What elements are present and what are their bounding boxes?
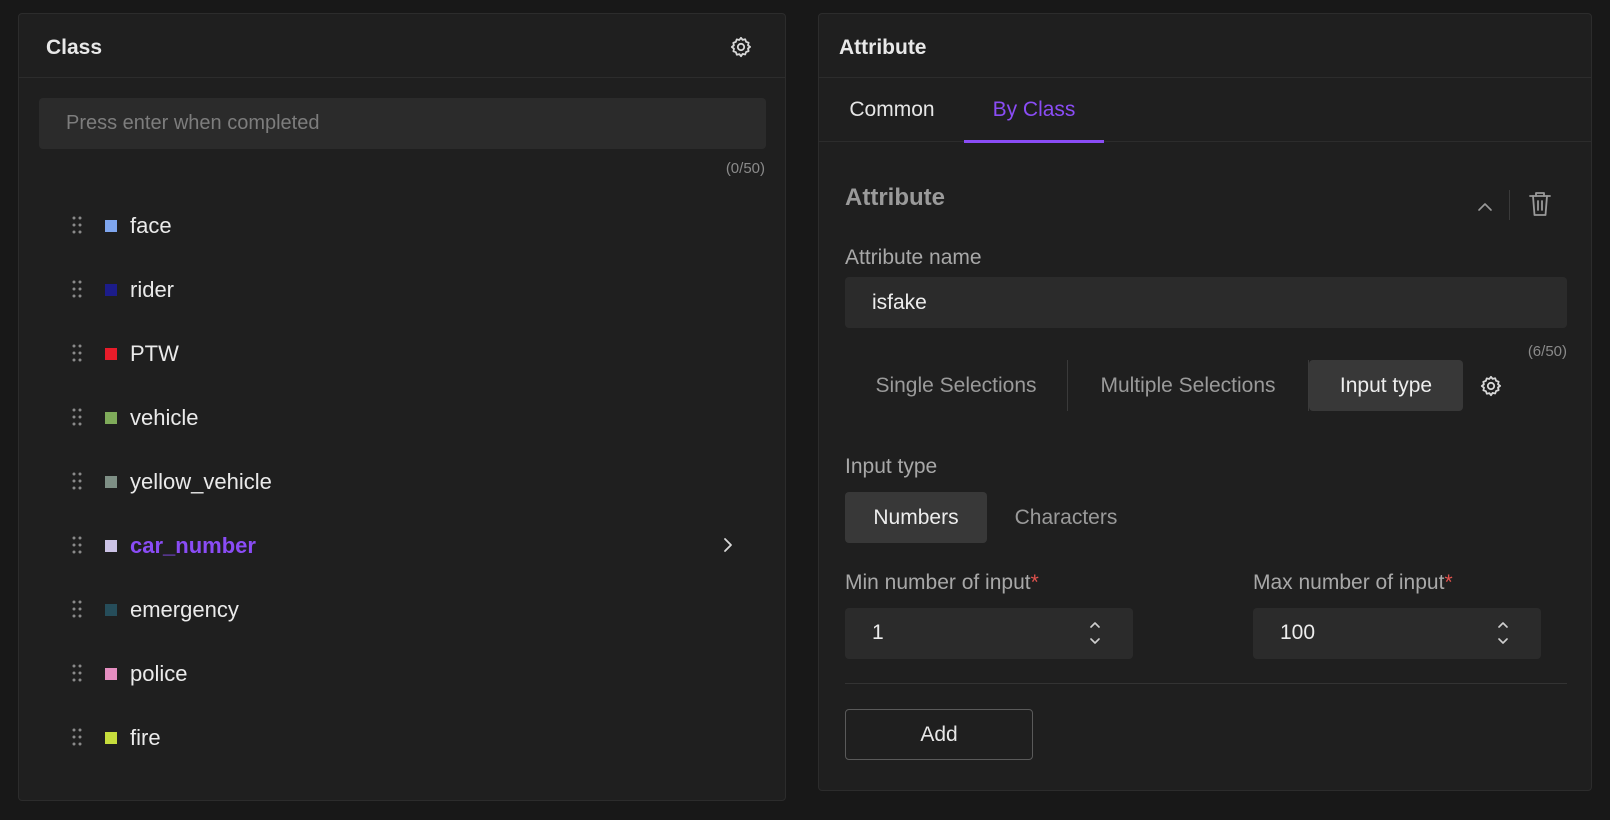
class-color-swatch (105, 540, 117, 552)
required-mark: * (1444, 571, 1453, 594)
class-label: car_number (130, 533, 256, 558)
drag-handle-icon[interactable] (72, 216, 82, 234)
class-label: rider (130, 277, 175, 302)
class-color-swatch (105, 348, 117, 360)
input-type-label: Input type (845, 455, 938, 478)
min-number-value: 1 (872, 621, 884, 644)
class-item-yellow-vehicle[interactable]: yellow_vehicle (19, 450, 785, 514)
class-item-vehicle[interactable]: vehicle (19, 386, 785, 450)
max-number-input[interactable]: 100 (1253, 608, 1541, 659)
class-settings-button[interactable] (727, 33, 755, 61)
drag-handle-icon[interactable] (72, 344, 82, 362)
gear-icon (730, 36, 751, 58)
drag-handle-icon[interactable] (72, 536, 82, 554)
attribute-tabs: Common By Class (819, 78, 1591, 143)
drag-handle-icon[interactable] (72, 472, 82, 490)
attribute-panel-header: Attribute (819, 14, 1591, 78)
class-label: police (130, 661, 188, 686)
class-label: face (130, 213, 172, 238)
chevron-right-icon[interactable] (721, 534, 735, 556)
max-input-label-text: Max number of input (1253, 571, 1445, 594)
selection-type-group: Single Selections Multiple Selections In… (845, 360, 1463, 411)
stepper-icon[interactable] (1087, 618, 1103, 648)
attribute-name-label: Attribute name (845, 246, 982, 269)
min-input-label: Min number of input* (845, 571, 1039, 595)
class-label: emergency (130, 597, 239, 622)
class-color-swatch (105, 476, 117, 488)
attribute-panel-title: Attribute (839, 36, 927, 59)
class-name-input[interactable] (39, 98, 766, 149)
class-label: PTW (130, 341, 179, 366)
class-item-face[interactable]: face (19, 194, 785, 258)
characters-option[interactable]: Characters (987, 492, 1145, 543)
attribute-panel: Attribute Common By Class Attribute Attr… (818, 13, 1592, 791)
min-number-input[interactable]: 1 (845, 608, 1133, 659)
class-item-rider[interactable]: rider (19, 258, 785, 322)
class-item-fire[interactable]: fire (19, 706, 785, 770)
class-item-ptw[interactable]: PTW (19, 322, 785, 386)
max-input-label: Max number of input* (1253, 571, 1453, 595)
single-selections-option[interactable]: Single Selections (845, 360, 1067, 411)
attribute-name-input[interactable] (845, 277, 1567, 328)
class-color-swatch (105, 732, 117, 744)
class-list: face rider PTW vehicle yellow_vehicle ca… (19, 194, 785, 770)
trash-icon[interactable] (1527, 190, 1553, 218)
input-type-option[interactable]: Input type (1309, 360, 1463, 411)
header-divider (1509, 190, 1510, 220)
class-color-swatch (105, 412, 117, 424)
class-counter: (0/50) (725, 160, 765, 177)
class-item-car-number[interactable]: car_number (19, 514, 785, 578)
drag-handle-icon[interactable] (72, 280, 82, 298)
class-label: vehicle (130, 405, 199, 430)
tab-by-class[interactable]: By Class (964, 78, 1104, 143)
class-item-emergency[interactable]: emergency (19, 578, 785, 642)
class-label: yellow_vehicle (130, 469, 272, 494)
input-type-group: Numbers Characters (845, 492, 1145, 543)
class-label: fire (130, 725, 161, 750)
drag-handle-icon[interactable] (72, 600, 82, 618)
section-divider (845, 683, 1567, 684)
min-input-label-text: Min number of input (845, 571, 1031, 594)
class-color-swatch (105, 668, 117, 680)
drag-handle-icon[interactable] (72, 664, 82, 682)
drag-handle-icon[interactable] (72, 728, 82, 746)
tab-common[interactable]: Common (825, 78, 959, 142)
class-color-swatch (105, 604, 117, 616)
class-panel-title: Class (46, 36, 103, 59)
attribute-name-counter: (6/50) (1527, 343, 1567, 360)
class-item-police[interactable]: police (19, 642, 785, 706)
drag-handle-icon[interactable] (72, 408, 82, 426)
chevron-up-icon[interactable] (1475, 197, 1495, 217)
attribute-section-title: Attribute (845, 184, 945, 211)
class-panel: Class (0/50) face rider PTW ve (18, 13, 786, 801)
required-mark: * (1030, 571, 1039, 594)
stepper-icon[interactable] (1495, 618, 1511, 648)
class-color-swatch (105, 220, 117, 232)
multiple-selections-option[interactable]: Multiple Selections (1068, 360, 1308, 411)
numbers-option[interactable]: Numbers (845, 492, 987, 543)
add-button[interactable]: Add (845, 709, 1033, 760)
class-panel-header: Class (19, 14, 785, 78)
class-color-swatch (105, 284, 117, 296)
max-number-value: 100 (1280, 621, 1316, 644)
gear-icon[interactable] (1479, 374, 1503, 398)
